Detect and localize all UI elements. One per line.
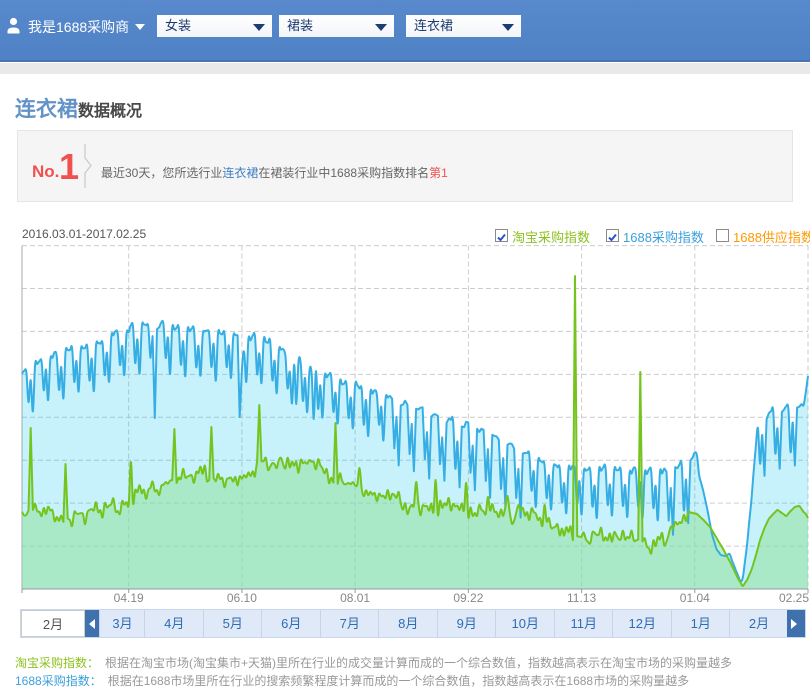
svg-text:09.22: 09.22 xyxy=(453,591,483,604)
svg-text:04.19: 04.19 xyxy=(114,591,144,604)
svg-text:08.01: 08.01 xyxy=(340,591,370,604)
svg-text:06.10: 06.10 xyxy=(227,591,257,604)
svg-text:11.13: 11.13 xyxy=(567,591,596,604)
svg-text:02.25: 02.25 xyxy=(779,591,809,604)
svg-text:01.04: 01.04 xyxy=(680,591,710,604)
